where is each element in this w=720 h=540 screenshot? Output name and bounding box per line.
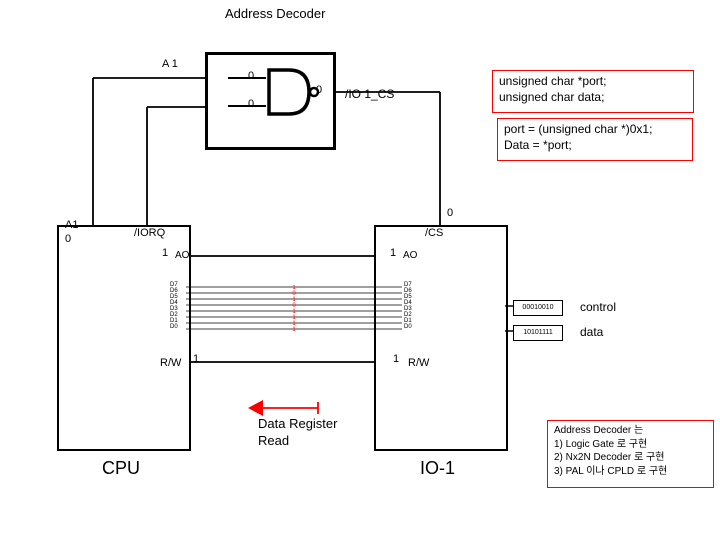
cpu-rw-label: R/W [160,357,181,369]
and-gate-icon [265,66,320,118]
iorq-label: /IORQ [134,227,165,239]
io-data-bus-labels: D7 D6 D5 D4 D3 D2 D1 D0 [404,282,412,330]
gate-out-label: /IO 1_CS [345,87,394,101]
control-bits-box: 00010010 [513,300,563,316]
gate-in-top-val: 0 [248,70,254,82]
io-ao-label: AO [403,250,417,261]
code-declaration-box: unsigned char *port; unsigned char data; [492,70,694,113]
cpu-ao-value: 1 [162,247,168,259]
io-name: IO-1 [420,458,455,479]
io-rw-label: R/W [408,357,429,369]
cpu-data-bus-labels: D7 D6 D5 D4 D3 D2 D1 D0 [170,282,178,330]
code-line-1: unsigned char *port; [499,74,687,90]
address-decoder-notes: Address Decoder 는 1) Logic Gate 로 구현 2) … [547,420,714,488]
io-rw-value: 1 [393,353,399,365]
data-label: data [580,325,603,339]
adnotes-item1: 1) Logic Gate 로 구현 [554,438,707,452]
code-line-4: Data = *port; [504,138,686,154]
cpu-a1-value: A1 0 [65,218,78,247]
cpu-block [57,225,191,451]
code-line-3: port = (unsigned char *)0x1; [504,122,686,138]
data-register-read-label: Data Register Read [258,416,337,450]
svg-text:1: 1 [292,327,296,333]
control-label: control [580,300,616,314]
code-line-2: unsigned char data; [499,90,687,106]
adnotes-title: Address Decoder 는 [554,424,707,438]
a1-input-label: A 1 [162,58,178,70]
adnotes-item3: 3) PAL 이나 CPLD 로 구현 [554,465,707,479]
cpu-name: CPU [102,458,140,479]
gate-input-wires [228,68,266,126]
io-to-bits-lines [505,298,515,340]
gate-out-val: 0 [316,84,322,96]
gate-in-bot-val: 0 [248,98,254,110]
io-ao-value: 1 [390,247,396,259]
data-bits-box: 10101111 [513,325,563,341]
cpu-rw-value: 1 [193,353,199,365]
adnotes-item2: 2) Nx2N Decoder 로 구현 [554,451,707,465]
cs-label: /CS [425,227,443,239]
code-assignment-box: port = (unsigned char *)0x1; Data = *por… [497,118,693,161]
cpu-ao-label: AO [175,250,189,261]
cs-top-value: 0 [447,207,453,219]
data-bus-lines: 1 0 1 0 1 1 1 1 [186,285,402,337]
